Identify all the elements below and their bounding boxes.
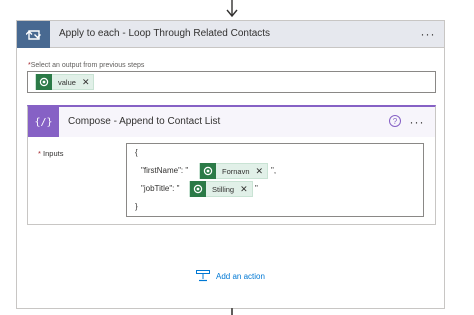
- json-jobtitle-suffix: ": [255, 184, 258, 193]
- fornavn-token[interactable]: Fornavn ✕: [199, 163, 269, 179]
- inputs-field[interactable]: { "firstName": " Fornavn ✕ ", "jobTitle"…: [126, 143, 424, 217]
- select-output-label-text: Select an output from previous steps: [30, 62, 145, 69]
- add-an-action-button[interactable]: Add an action: [196, 270, 265, 282]
- connector-arrow-icon: [226, 0, 238, 18]
- inputs-label: * Inputs: [38, 149, 63, 158]
- compose-header[interactable]: {/} Compose - Append to Contact List ? ·…: [28, 107, 435, 137]
- add-an-action-label: Add an action: [216, 271, 265, 281]
- apply-to-each-title: Apply to each - Loop Through Related Con…: [59, 28, 271, 39]
- apply-to-each-header[interactable]: Apply to each - Loop Through Related Con…: [17, 21, 444, 48]
- stilling-token-close-icon[interactable]: ✕: [240, 184, 252, 194]
- json-close-brace: }: [135, 202, 138, 211]
- dataverse-icon: [36, 74, 52, 90]
- inputs-label-text: Inputs: [43, 149, 64, 158]
- fornavn-token-close-icon[interactable]: ✕: [256, 166, 268, 176]
- json-firstname-key: "firstName": ": [141, 166, 189, 175]
- value-token[interactable]: value ✕: [35, 74, 95, 90]
- compose-icon: {/}: [28, 107, 59, 137]
- value-token-label: value: [58, 77, 76, 87]
- dataverse-icon: [190, 181, 206, 197]
- connector-line: [231, 308, 233, 315]
- compose-more-button[interactable]: ···: [407, 115, 427, 129]
- select-output-field[interactable]: value ✕: [27, 71, 436, 93]
- required-marker: *: [38, 149, 41, 158]
- value-token-close-icon[interactable]: ✕: [82, 77, 94, 87]
- fornavn-token-label: Fornavn: [222, 166, 250, 176]
- dataverse-icon: [200, 163, 216, 179]
- add-action-icon: [196, 270, 210, 282]
- help-icon[interactable]: ?: [389, 115, 401, 127]
- compose-card: {/} Compose - Append to Contact List ? ·…: [27, 105, 436, 225]
- stilling-token-label: Stilling: [212, 184, 235, 194]
- loop-icon: [17, 21, 50, 48]
- select-output-label: *Select an output from previous steps: [28, 62, 144, 69]
- json-open-brace: {: [135, 148, 138, 157]
- json-jobtitle-key: "jobTitle": ": [141, 184, 180, 193]
- apply-to-each-more-button[interactable]: ···: [418, 27, 438, 41]
- json-firstname-suffix: ",: [271, 166, 277, 175]
- stilling-token[interactable]: Stilling ✕: [189, 181, 253, 197]
- compose-title: Compose - Append to Contact List: [68, 116, 221, 127]
